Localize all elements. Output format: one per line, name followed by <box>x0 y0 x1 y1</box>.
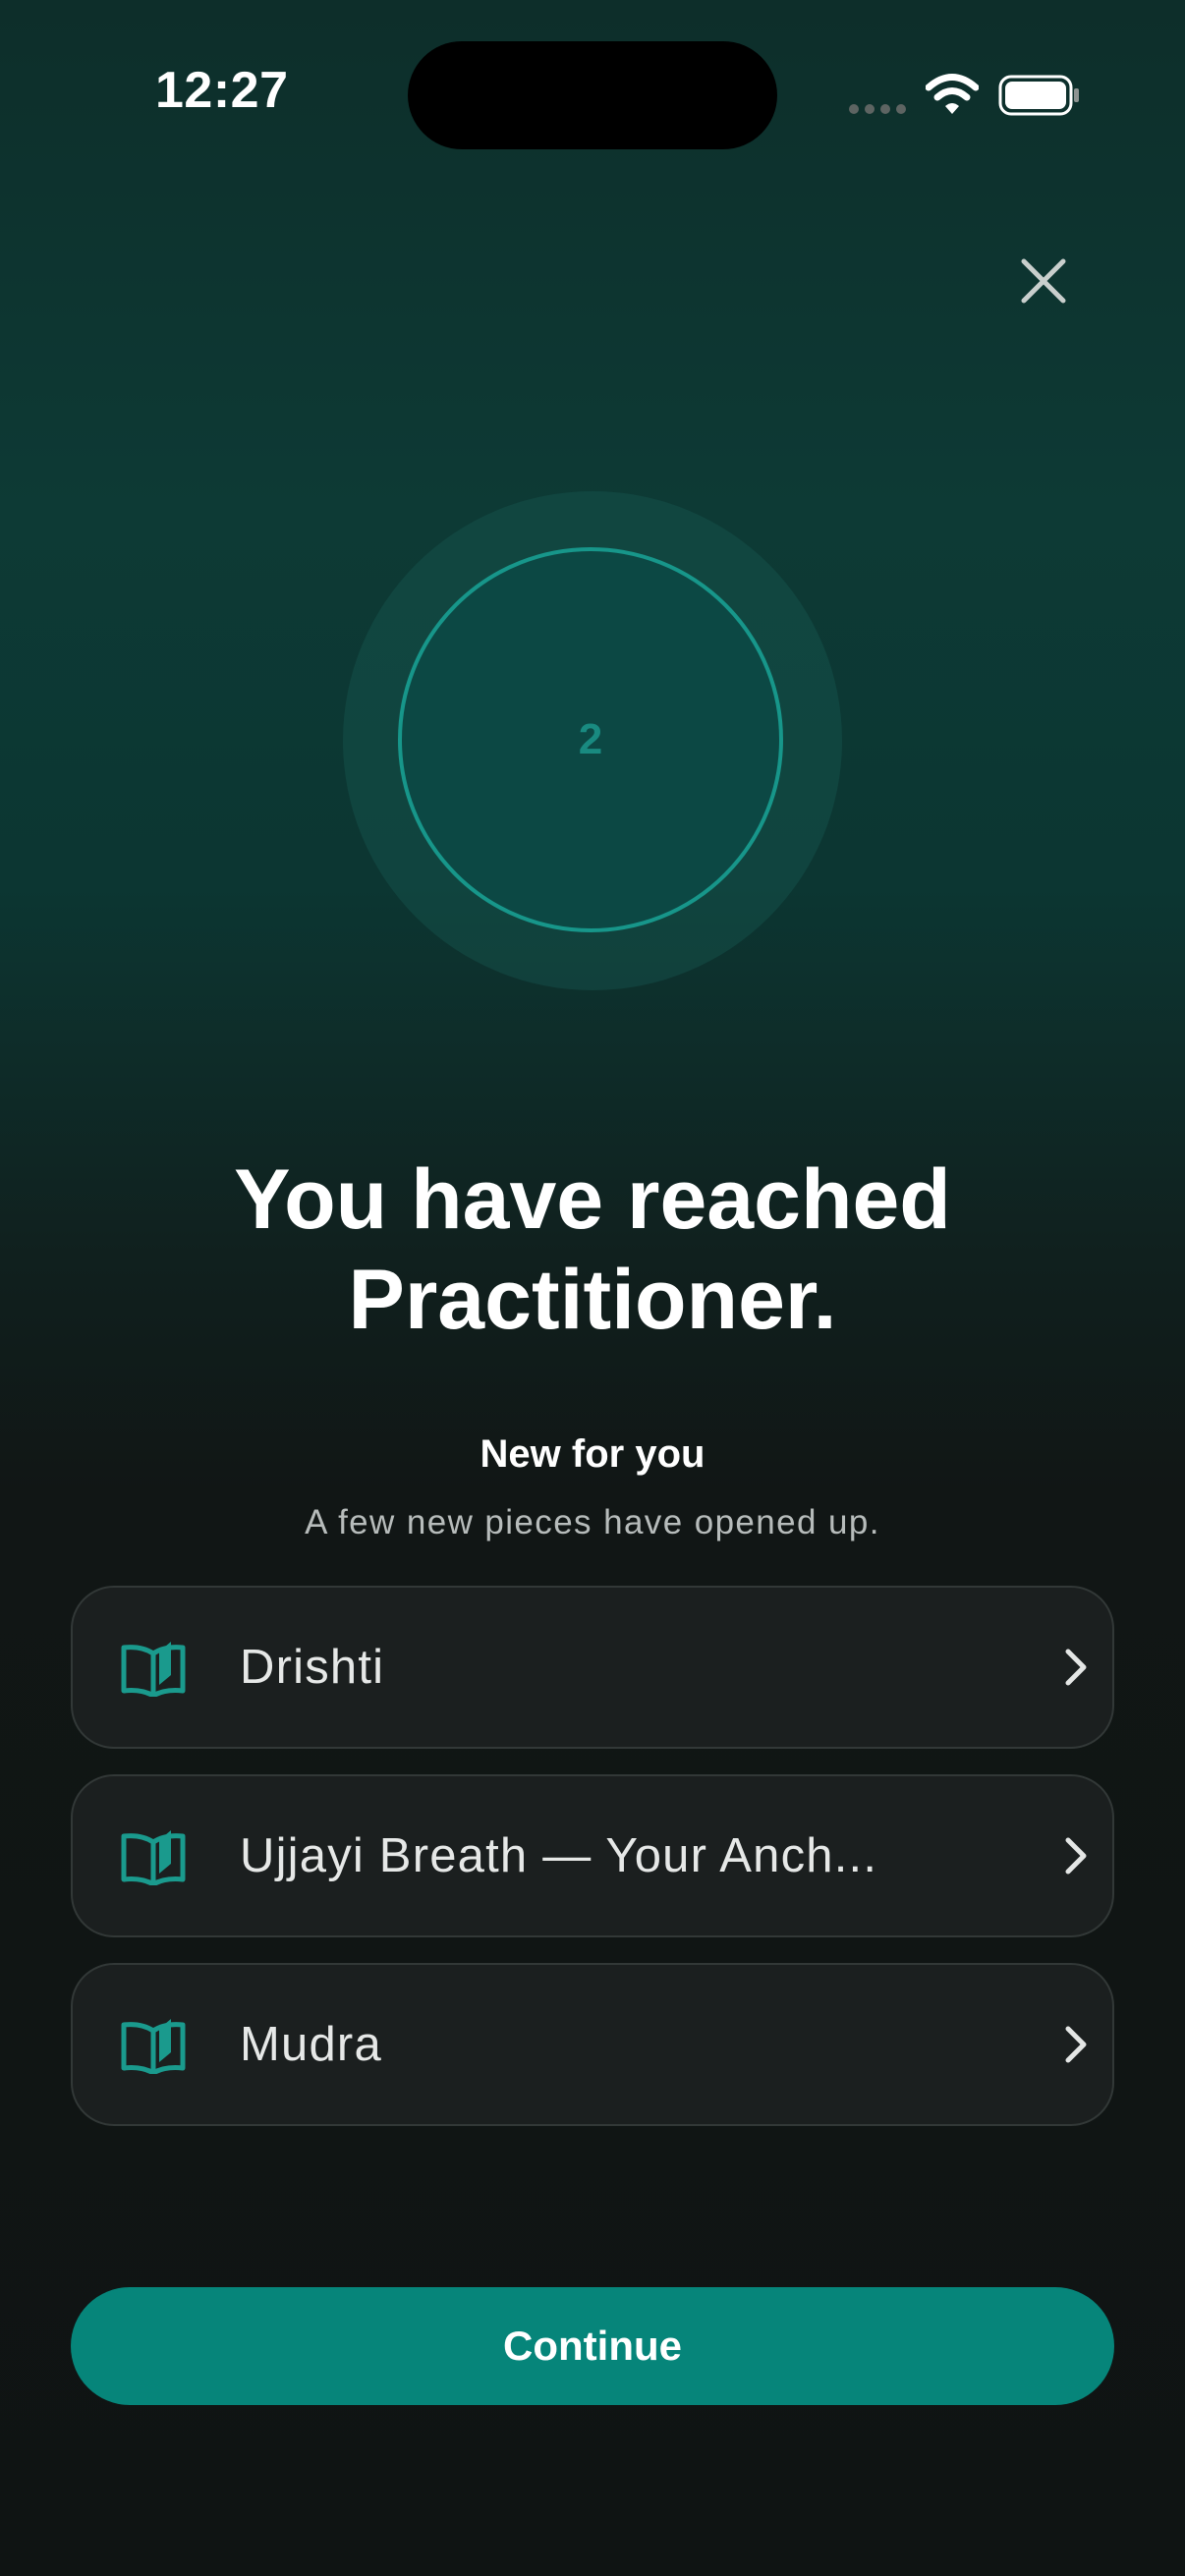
level-up-screen: 12:27 2 You have reached Practitioner. N… <box>0 0 1185 2576</box>
status-time: 12:27 <box>155 62 289 119</box>
unlocked-item-label: Ujjayi Breath — Your Anch... <box>240 1829 878 1882</box>
unlocked-items-list: Drishti Ujjayi Breath — Your Anch... Mud… <box>71 1586 1114 2152</box>
battery-icon <box>998 75 1079 116</box>
unlocked-item-mudra[interactable]: Mudra <box>71 1963 1114 2126</box>
unlocked-item-label: Drishti <box>240 1641 385 1694</box>
chevron-right-icon <box>1065 1649 1087 1686</box>
headline-line-1: You have reached <box>234 1152 951 1247</box>
unlocked-item-label: Mudra <box>240 2018 382 2071</box>
headline-line-2: Practitioner. <box>348 1253 837 1347</box>
chevron-right-icon <box>1065 1837 1087 1875</box>
new-for-you-title: New for you <box>480 1432 705 1476</box>
level-number: 2 <box>578 715 603 763</box>
unlocked-item-drishti[interactable]: Drishti <box>71 1586 1114 1749</box>
headline: You have reached Practitioner. <box>98 1149 1087 1350</box>
cellular-signal-icon <box>849 104 906 114</box>
level-badge: 2 <box>398 547 783 932</box>
book-open-icon <box>121 1830 186 1885</box>
book-open-icon <box>121 2019 186 2074</box>
book-open-icon <box>121 1642 186 1697</box>
chevron-right-icon <box>1065 2026 1087 2063</box>
unlocked-item-ujjayi-breath[interactable]: Ujjayi Breath — Your Anch... <box>71 1774 1114 1937</box>
continue-button[interactable]: Continue <box>71 2287 1114 2405</box>
new-for-you-subtitle: A few new pieces have opened up. <box>305 1503 880 1541</box>
wifi-icon <box>926 74 979 114</box>
close-button[interactable] <box>1008 246 1079 316</box>
status-bar: 12:27 <box>0 0 1185 196</box>
close-icon <box>1021 258 1066 304</box>
dynamic-island <box>408 41 777 149</box>
